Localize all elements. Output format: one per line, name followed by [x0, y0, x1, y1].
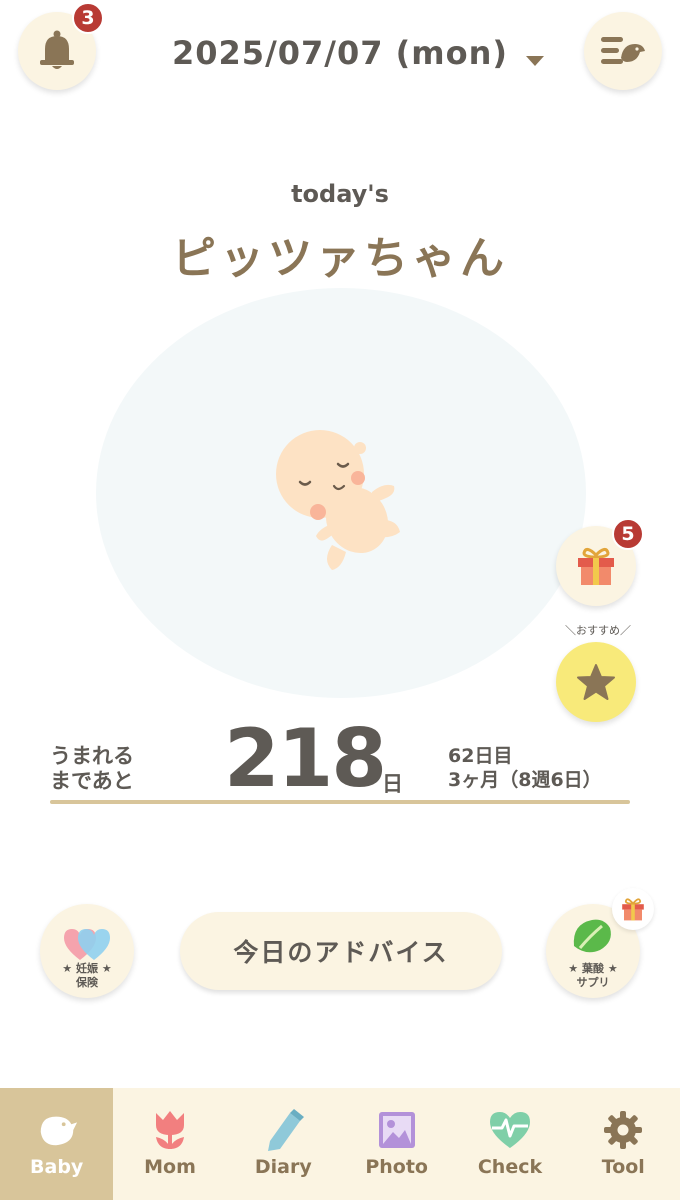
tab-mom[interactable]: Mom: [113, 1088, 226, 1200]
day-count: 62日目: [448, 745, 513, 767]
insurance-label-line2: 保険: [76, 976, 98, 989]
gear-icon: [601, 1108, 645, 1152]
tab-label: Check: [477, 1156, 543, 1178]
menu-button[interactable]: [584, 12, 662, 90]
gift-badge: 5: [612, 518, 644, 550]
countdown-days: 218: [224, 712, 387, 805]
hearts-icon: [64, 929, 110, 960]
recommend-label: ＼おすすめ／: [565, 624, 631, 637]
tab-baby[interactable]: Baby: [0, 1088, 114, 1200]
leaf-icon: [573, 919, 611, 953]
tab-bar: Baby Mom Diary Photo Check Tool: [0, 1088, 680, 1200]
today-label: today's: [291, 180, 389, 208]
countdown-label-line2: まであと: [50, 769, 134, 793]
notifications-badge: 3: [72, 2, 104, 34]
tab-photo[interactable]: Photo: [340, 1088, 453, 1200]
month-week: 3ヶ月（8週6日）: [448, 769, 602, 791]
supplement-label-line2: サプリ: [576, 976, 610, 989]
baby-name: ピッツァちゃん: [172, 233, 508, 284]
countdown-unit: 日: [382, 772, 403, 796]
chevron-down-icon[interactable]: [526, 56, 544, 66]
insurance-label-line1: ★ 妊娠 ★: [62, 962, 112, 975]
menu-bird-icon: [601, 37, 645, 64]
tab-label: Tool: [601, 1156, 645, 1178]
tab-label: Photo: [365, 1156, 428, 1178]
supplement-label-line1: ★ 葉酸 ★: [568, 962, 618, 975]
pencil-icon: [261, 1108, 305, 1152]
heartbeat-icon: [488, 1108, 532, 1152]
countdown-label-line1: うまれる: [50, 744, 134, 768]
photo-icon: [375, 1108, 419, 1152]
pregnancy-progress: 62日目 3ヶ月（8週6日）: [448, 744, 602, 792]
tab-diary[interactable]: Diary: [227, 1088, 340, 1200]
tab-label: Baby: [30, 1156, 84, 1178]
tab-tool[interactable]: Tool: [567, 1088, 680, 1200]
sleeping-baby-illustration: [276, 430, 400, 570]
bell-icon: [40, 30, 74, 69]
tab-label: Mom: [144, 1156, 196, 1178]
divider: [50, 800, 630, 804]
star-icon: [577, 664, 615, 700]
advice-button[interactable]: 今日のアドバイス: [180, 912, 502, 990]
recommend-button[interactable]: [556, 642, 636, 722]
gift-icon: [578, 548, 614, 585]
bird-icon: [35, 1108, 79, 1152]
tab-label: Diary: [254, 1156, 312, 1178]
tab-check[interactable]: Check: [453, 1088, 566, 1200]
tulip-icon: [148, 1108, 192, 1152]
countdown-label: うまれる まであと: [50, 744, 134, 794]
date-selector[interactable]: 2025/07/07 (mon): [150, 30, 530, 76]
insurance-button[interactable]: ★ 妊娠 ★ 保険: [40, 904, 134, 998]
supplement-gift-icon: [612, 888, 654, 930]
